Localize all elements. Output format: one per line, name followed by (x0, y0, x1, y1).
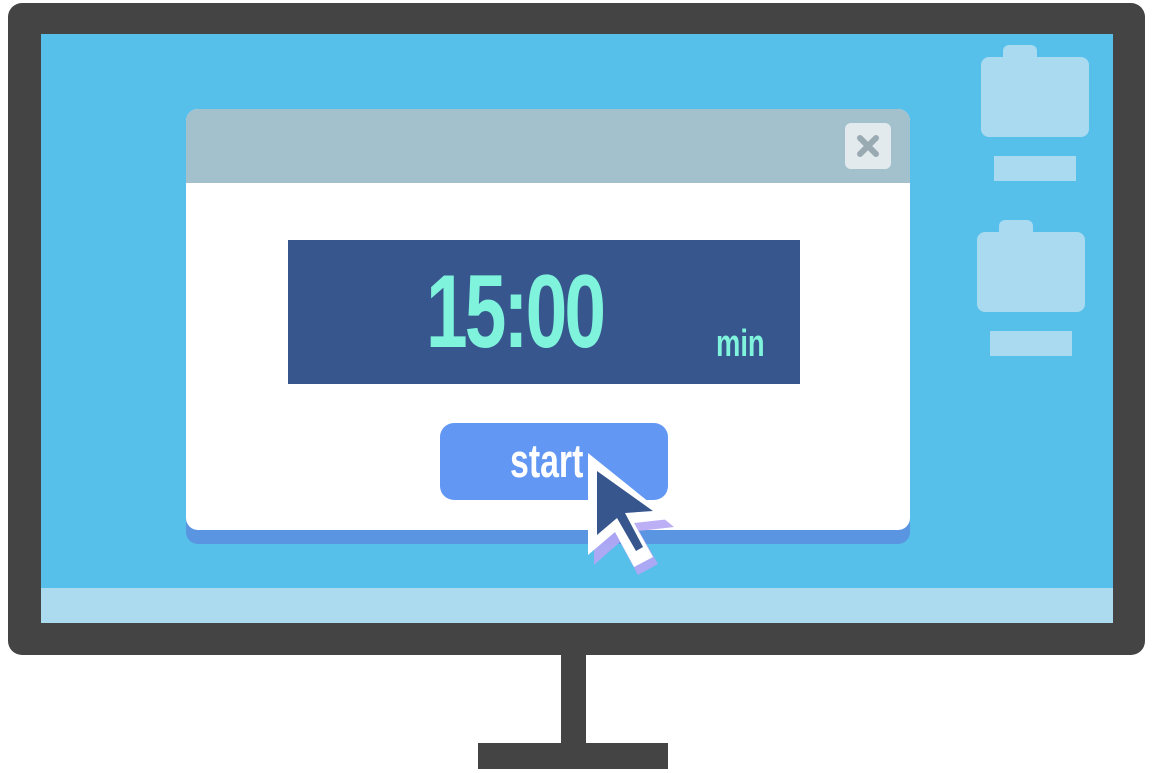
start-button-label: start (510, 434, 584, 487)
close-button[interactable] (845, 123, 891, 169)
folder-label-placeholder (990, 331, 1072, 356)
timer-unit: min (716, 323, 765, 365)
folder-label-placeholder (994, 156, 1076, 181)
close-icon (857, 135, 879, 157)
monitor-stand-base (478, 743, 668, 769)
desktop-screen: 15:00 min start (41, 34, 1113, 623)
timer-display: 15:00 min (288, 240, 800, 384)
start-button[interactable]: start (440, 423, 668, 500)
folder-icon-body (981, 57, 1089, 137)
desktop-folder-icon-2[interactable] (977, 220, 1087, 360)
window-titlebar[interactable] (186, 109, 910, 183)
timer-value: 15:00 (426, 254, 606, 370)
folder-icon-body (977, 232, 1085, 312)
taskbar[interactable] (41, 588, 1113, 623)
timer-window: 15:00 min start (186, 109, 910, 530)
monitor-stand-neck (561, 654, 586, 748)
desktop-folder-icon-1[interactable] (981, 45, 1091, 185)
